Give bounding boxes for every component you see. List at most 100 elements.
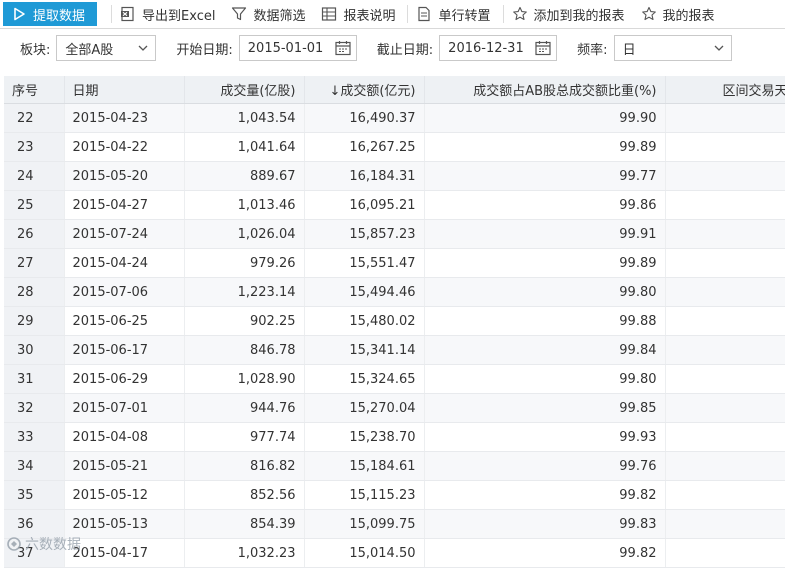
cell-volume: 944.76 <box>184 393 305 423</box>
frequency-select-value: 日 <box>622 42 636 58</box>
report-info-button[interactable]: 报表说明 <box>315 2 405 26</box>
cell-index: 34 <box>4 451 65 481</box>
star-icon <box>512 6 528 22</box>
watermark-logo: 六数数据 <box>6 534 81 554</box>
data-filter-button[interactable]: 数据筛选 <box>225 2 315 26</box>
column-header-volume[interactable]: 成交量(亿股) <box>184 76 305 104</box>
calendar-icon[interactable] <box>534 39 552 57</box>
cell-turnover-share: 99.89 <box>424 248 666 278</box>
table-row[interactable]: 362015-05-13854.3915,099.7599.831 <box>4 509 785 539</box>
cell-date: 2015-04-24 <box>64 248 185 278</box>
row-transpose-button[interactable]: 单行转置 <box>410 2 500 26</box>
cell-date: 2015-04-23 <box>64 103 185 133</box>
cell-turnover: 15,324.65 <box>304 364 425 394</box>
my-reports-button[interactable]: 我的报表 <box>635 2 725 26</box>
cell-index: 35 <box>4 480 65 510</box>
cell-turnover-share: 99.82 <box>424 538 666 568</box>
cell-turnover-share: 99.80 <box>424 277 666 307</box>
table-row[interactable]: 292015-06-25902.2515,480.0299.881 <box>4 306 785 336</box>
cell-trading-days: 1 <box>665 364 785 394</box>
end-date-label: 截止日期: <box>376 42 434 58</box>
column-header-turnover-share[interactable]: 成交额占AB股总成交额比重(%) <box>424 76 666 104</box>
table-row[interactable]: 332015-04-08977.7415,238.7099.931 <box>4 422 785 452</box>
table-row[interactable]: 302015-06-17846.7815,341.1499.841 <box>4 335 785 365</box>
cell-volume: 979.26 <box>184 248 305 278</box>
table-row[interactable]: 342015-05-21816.8215,184.6199.761 <box>4 451 785 481</box>
cell-date: 2015-04-08 <box>64 422 185 452</box>
frequency-select[interactable]: 日 <box>613 35 732 61</box>
cell-trading-days: 1 <box>665 190 785 220</box>
table-row[interactable]: 372015-04-171,032.2315,014.5099.821 <box>4 538 785 568</box>
cell-trading-days: 1 <box>665 451 785 481</box>
cell-turnover: 15,238.70 <box>304 422 425 452</box>
cell-turnover: 15,115.23 <box>304 480 425 510</box>
cell-volume: 1,028.90 <box>184 364 305 394</box>
board-select-value: 全部A股 <box>65 42 114 58</box>
cell-turnover: 15,014.50 <box>304 538 425 568</box>
watermark-text: 六数数据 <box>25 537 81 553</box>
table-row[interactable]: 252015-04-271,013.4616,095.2199.861 <box>4 190 785 220</box>
cell-trading-days: 1 <box>665 219 785 249</box>
cell-volume: 852.56 <box>184 480 305 510</box>
cell-index: 24 <box>4 161 65 191</box>
toolbar: 提取数据 导出到Excel 数据筛选 报表说明 单行转置 添加到我的报表 我的报… <box>0 0 785 29</box>
table-row[interactable]: 262015-07-241,026.0415,857.2399.911 <box>4 219 785 249</box>
cell-date: 2015-07-24 <box>64 219 185 249</box>
cell-volume: 1,041.64 <box>184 132 305 162</box>
table-row[interactable]: 312015-06-291,028.9015,324.6599.801 <box>4 364 785 394</box>
table-row[interactable]: 282015-07-061,223.1415,494.4699.801 <box>4 277 785 307</box>
end-date-input[interactable]: 2016-12-31 <box>439 35 558 61</box>
cell-trading-days: 1 <box>665 306 785 336</box>
cell-turnover-share: 99.82 <box>424 480 666 510</box>
toolbar-divider <box>111 5 113 23</box>
cell-turnover-share: 99.80 <box>424 364 666 394</box>
filter-bar: 板块: 全部A股 开始日期: 2015-01-01 截止日期: 2016-12-… <box>0 29 785 67</box>
cell-turnover: 16,490.37 <box>304 103 425 133</box>
board-select[interactable]: 全部A股 <box>56 35 157 61</box>
start-date-input[interactable]: 2015-01-01 <box>238 35 357 61</box>
row-transpose-label: 单行转置 <box>438 8 491 24</box>
cell-turnover-share: 99.88 <box>424 306 666 336</box>
document-icon <box>416 6 432 22</box>
column-header-date[interactable]: 日期 <box>64 76 185 104</box>
board-label: 板块: <box>20 42 51 58</box>
table-row[interactable]: 272015-04-24979.2615,551.4799.891 <box>4 248 785 278</box>
cell-index: 32 <box>4 393 65 423</box>
cell-date: 2015-05-20 <box>64 161 185 191</box>
cell-turnover: 16,095.21 <box>304 190 425 220</box>
cell-index: 31 <box>4 364 65 394</box>
toolbar-divider <box>502 5 504 23</box>
cell-volume: 1,043.54 <box>184 103 305 133</box>
fetch-data-button[interactable]: 提取数据 <box>3 2 98 26</box>
cell-volume: 889.67 <box>184 161 305 191</box>
export-excel-button[interactable]: 导出到Excel <box>114 2 225 26</box>
cell-turnover-share: 99.86 <box>424 190 666 220</box>
cell-turnover-share: 99.84 <box>424 335 666 365</box>
column-header-index[interactable]: 序号 <box>4 76 65 104</box>
table-row[interactable]: 322015-07-01944.7615,270.0499.851 <box>4 393 785 423</box>
calendar-icon[interactable] <box>334 39 352 57</box>
cell-date: 2015-07-01 <box>64 393 185 423</box>
table-row[interactable]: 222015-04-231,043.5416,490.3799.901 <box>4 103 785 133</box>
table-row[interactable]: 352015-05-12852.5615,115.2399.821 <box>4 480 785 510</box>
column-header-turnover[interactable]: ↓成交额(亿元) <box>304 76 425 104</box>
cell-index: 28 <box>4 277 65 307</box>
cell-turnover: 15,341.14 <box>304 335 425 365</box>
cell-date: 2015-06-17 <box>64 335 185 365</box>
cell-turnover-share: 99.93 <box>424 422 666 452</box>
cell-turnover: 15,494.46 <box>304 277 425 307</box>
cell-trading-days: 1 <box>665 509 785 539</box>
cell-date: 2015-04-17 <box>64 538 185 568</box>
cell-volume: 1,223.14 <box>184 277 305 307</box>
add-to-my-reports-button[interactable]: 添加到我的报表 <box>506 2 635 26</box>
play-icon <box>11 6 27 22</box>
toolbar-divider <box>407 5 409 23</box>
column-header-trading-days[interactable]: 区间交易天数 <box>665 76 785 104</box>
table-row[interactable]: 232015-04-221,041.6416,267.2599.891 <box>4 132 785 162</box>
excel-icon <box>120 6 136 22</box>
cell-index: 30 <box>4 335 65 365</box>
cell-volume: 1,013.46 <box>184 190 305 220</box>
cell-turnover: 15,184.61 <box>304 451 425 481</box>
table-row[interactable]: 242015-05-20889.6716,184.3199.771 <box>4 161 785 191</box>
cell-turnover-share: 99.76 <box>424 451 666 481</box>
